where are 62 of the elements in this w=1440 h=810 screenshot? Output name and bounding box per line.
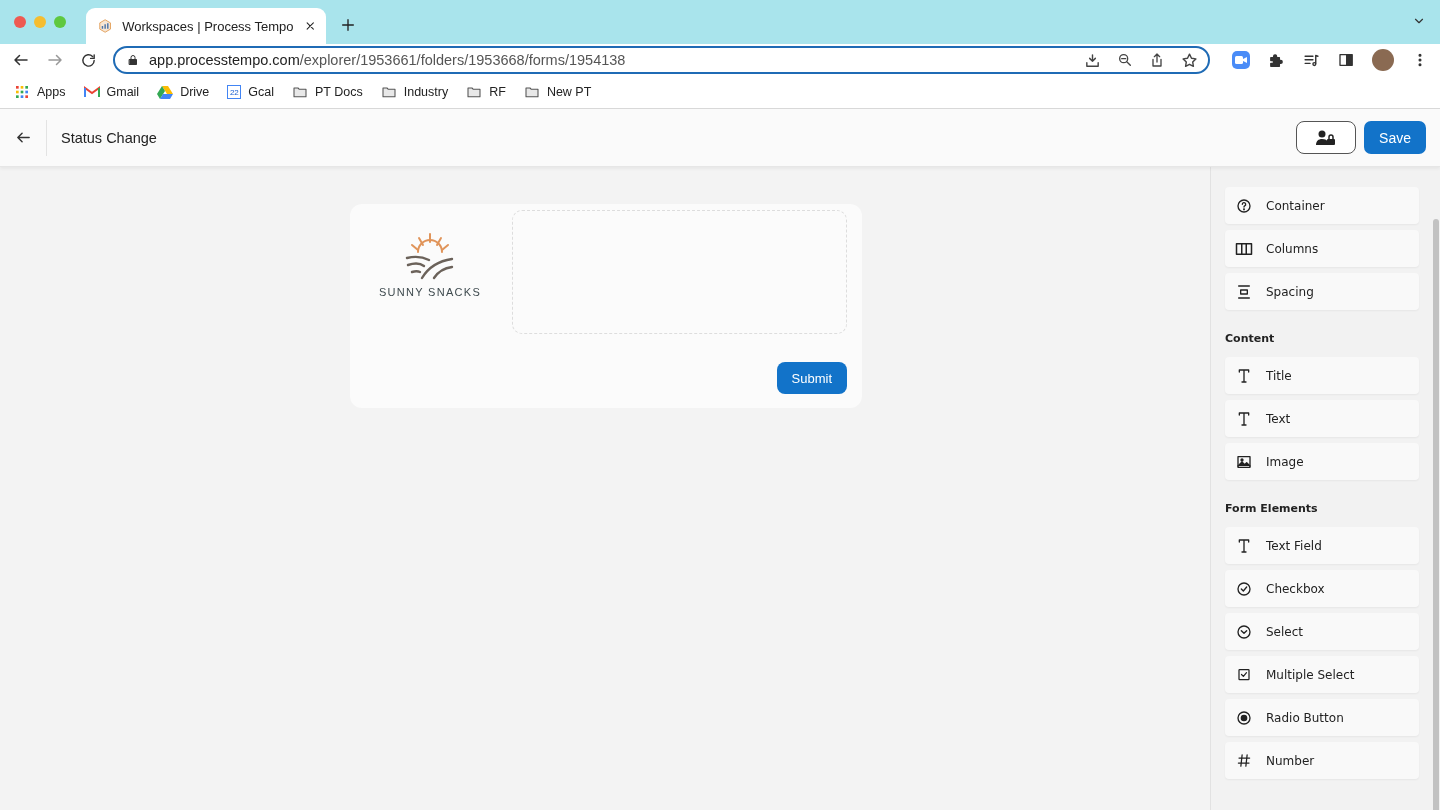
plus-icon [340,17,356,33]
folder-icon [523,84,540,100]
close-window-button[interactable] [14,16,26,28]
bookmark[interactable]: Apps [14,84,66,100]
chevron-circle-icon [1235,623,1253,640]
drive-icon [157,85,174,99]
apps-grid-icon [14,84,30,100]
download-icon [1084,51,1101,69]
component-item[interactable]: Checkbox [1225,570,1419,607]
browser-tab[interactable]: Workspaces | Process Tempo [86,8,326,44]
bookmark[interactable]: 22 Gcal [227,85,275,99]
lock-icon [127,54,139,66]
component-item[interactable]: Multiple Select [1225,656,1419,693]
zoom-out-icon [1117,51,1133,68]
profile-avatar[interactable] [1372,49,1394,71]
video-camera-icon[interactable] [1232,51,1250,69]
component-item[interactable]: Radio Button [1225,699,1419,736]
question-circle-icon [1235,197,1253,214]
component-item[interactable]: Number [1225,742,1419,779]
side-panel-icon [1338,52,1354,68]
folder-icon [380,84,397,100]
component-item[interactable]: Spacing [1225,273,1419,310]
component-item[interactable]: Image [1225,443,1419,480]
mail-icon [83,86,100,98]
bookmark[interactable]: RF [466,84,506,100]
section-heading: Form Elements [1225,502,1319,515]
minimize-window-button[interactable] [34,16,46,28]
component-item[interactable]: Title [1225,357,1419,394]
share-icon [1149,51,1165,68]
spacing-icon [1235,283,1253,300]
zoom-window-button[interactable] [54,16,66,28]
logo-text: SUNNY SNACKS [378,286,482,298]
component-item[interactable]: Text [1225,400,1419,437]
check-circle-icon [1235,580,1253,597]
reload-icon [80,51,97,69]
component-item[interactable]: Container [1225,187,1419,224]
component-item[interactable]: Text Field [1225,527,1419,564]
save-button[interactable]: Save [1364,121,1426,154]
image-icon [1235,453,1253,470]
star-icon [1181,51,1198,69]
bookmark[interactable]: Drive [157,85,210,99]
sun-fields-logo-icon [404,232,456,280]
user-lock-icon [1316,129,1337,146]
folder-icon [466,84,483,100]
component-item[interactable]: Select [1225,613,1419,650]
puzzle-icon [1268,51,1285,69]
bookmark[interactable]: Gmail [83,85,140,99]
permissions-button[interactable] [1296,121,1357,154]
checkbox-icon [1235,667,1253,682]
component-item[interactable]: Columns [1225,230,1419,267]
section-heading: Content [1225,332,1276,345]
submit-button[interactable]: Submit [776,362,847,394]
bookmark[interactable]: New PT [523,84,592,100]
calendar-icon: 22 [227,85,242,99]
bookmark[interactable]: PT Docs [292,84,363,100]
bookmark[interactable]: Industry [380,84,449,100]
folder-icon [292,84,309,100]
hash-icon [1235,753,1253,768]
radio-icon [1235,709,1253,726]
form-title: Status Change [61,129,158,146]
hexagon-logo-icon [98,18,113,34]
address-bar[interactable]: app.processtempo.com/explorer/1953661/folders/1953668/forms/1954138 [113,46,1210,74]
